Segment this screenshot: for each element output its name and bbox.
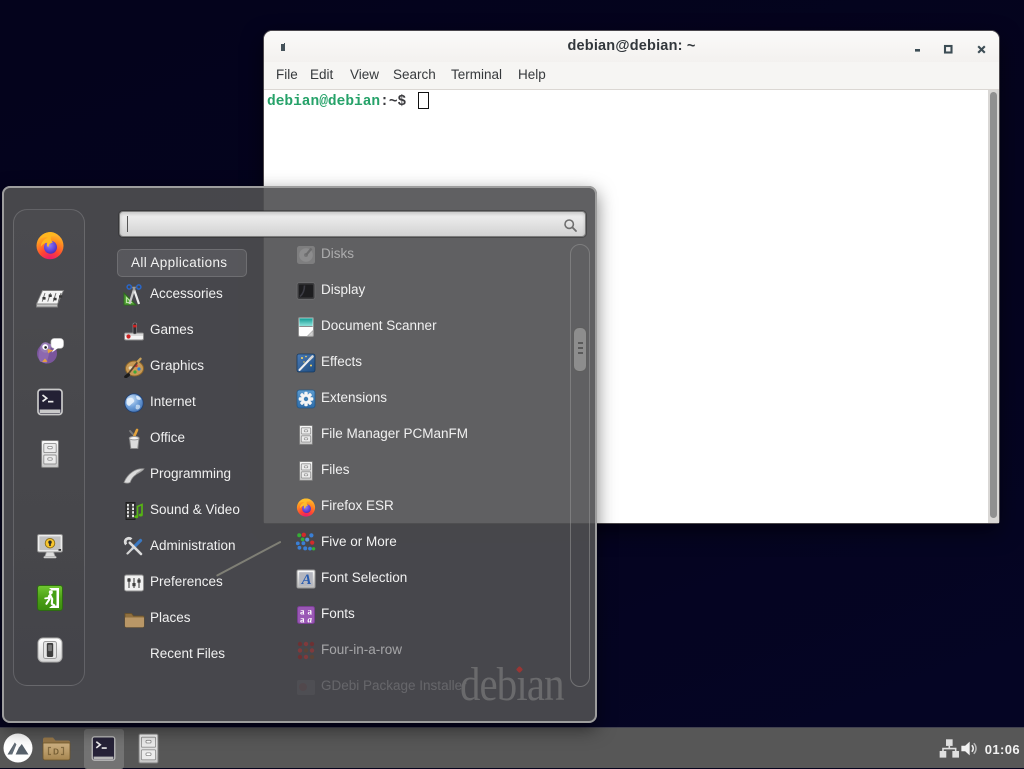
svg-text:D: D	[53, 748, 59, 757]
svg-text:a: a	[300, 614, 305, 624]
svg-text:A: A	[301, 572, 312, 588]
svg-text:a: a	[308, 614, 313, 624]
